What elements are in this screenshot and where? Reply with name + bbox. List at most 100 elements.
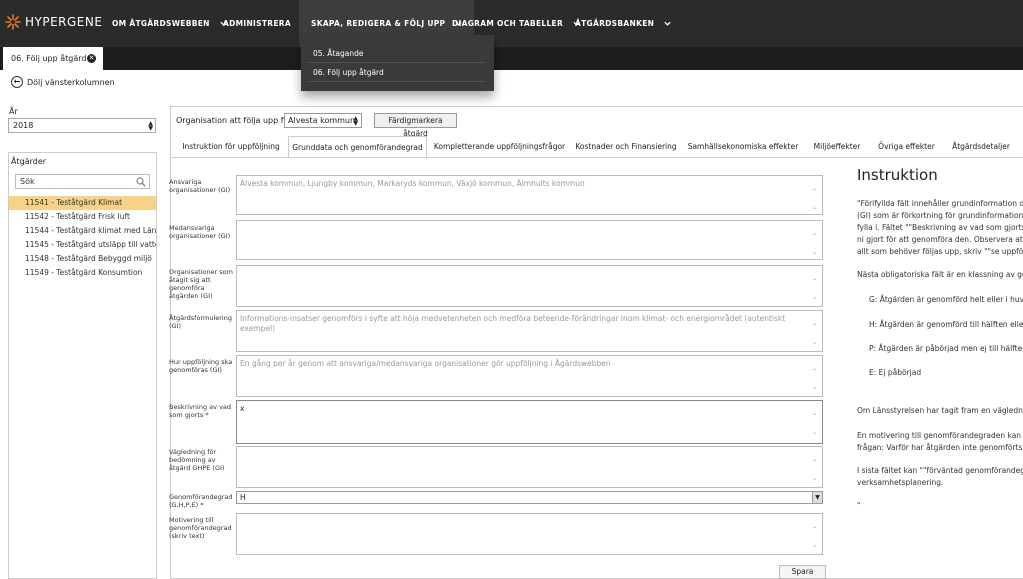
- instructions-title: Instruktion: [857, 166, 938, 184]
- close-icon[interactable]: ✕: [87, 54, 96, 63]
- instruction-line: ": [857, 501, 861, 510]
- scroll-arrows-icon: ⌃ ⌄: [812, 233, 818, 256]
- logo-icon: [5, 14, 21, 30]
- field-value: En gång per år genom att ansvariga/medan…: [240, 359, 611, 368]
- field-label: Hur uppföljning ska genomföras (GI): [169, 358, 233, 374]
- field-value: Alvesta kommun, Ljungby kommun, Markaryd…: [240, 179, 585, 188]
- instruction-line: verksamhetsplanering.: [857, 478, 944, 487]
- chevron-down-icon: ▼: [812, 492, 822, 503]
- instruction-line: (GI) som är förkortning för grundinforma…: [857, 211, 1023, 220]
- scroll-arrows-icon: ⌃ ⌄: [812, 459, 818, 482]
- tab-label: 06. Följ upp åtgärd: [11, 54, 87, 63]
- field-label: Medansvariga organisationer (GI): [169, 224, 231, 240]
- tab-folj-upp-atgard[interactable]: 06. Följ upp åtgärd ✕: [3, 47, 103, 70]
- spinner-arrows-icon: ▲ ▼: [148, 120, 153, 132]
- instruction-line: E: Ej påbörjad: [869, 368, 922, 377]
- tab-atgardsdetaljer[interactable]: Åtgärdsdetaljer: [946, 136, 1016, 158]
- tab-ovriga-effekter[interactable]: Övriga effekter: [873, 136, 940, 158]
- search-input[interactable]: Sök: [15, 174, 150, 189]
- tab-instruktion[interactable]: Instruktion för uppföljning: [176, 136, 286, 158]
- instruction-line: frågan: Varför har åtgärden inte genomfö…: [857, 443, 1023, 452]
- instruction-line: fylla i. Fältet ""Beskrivning av vad som…: [857, 223, 1023, 232]
- nav-label: ADMINISTRERA: [223, 19, 291, 28]
- list-item[interactable]: 11544 - Teståtgärd klimat med Länsstyrel…: [9, 224, 156, 238]
- scroll-arrows-icon: ⌃ ⌄: [812, 278, 818, 301]
- list-item[interactable]: 11541 - Teståtgärd Klimat: [9, 196, 156, 210]
- tab-kompletterande[interactable]: Kompletterande uppföljningsfrågor: [431, 136, 568, 158]
- hide-left-column-link[interactable]: ← Dölj vänsterkolumnen: [11, 76, 115, 88]
- instruction-line: I sista fältet kan ""förväntad genomföra…: [857, 466, 1023, 475]
- chevron-down-icon: [664, 21, 671, 26]
- tab-grunddata[interactable]: Grunddata och genomförandegrad: [288, 136, 427, 158]
- responsible-orgs-field[interactable]: Alvesta kommun, Ljungby kommun, Markaryd…: [236, 175, 823, 215]
- nav-dropdown-menu: 05. Åtagande 06. Följ upp åtgärd: [301, 35, 494, 91]
- select-value: H: [240, 493, 246, 502]
- year-select[interactable]: 2018 ▲ ▼: [8, 118, 156, 133]
- tab-samhallsekonomiska[interactable]: Samhällsekonomiska effekter: [686, 136, 800, 158]
- tab-miljoeffekter[interactable]: Miljöeffekter: [808, 136, 866, 158]
- instruction-line: "Förifyllda fält innehåller grundinforma…: [857, 199, 1023, 208]
- instruction-line: En motivering till genomförandegraden ka…: [857, 431, 1023, 440]
- scroll-arrows-icon: ⌃ ⌄: [812, 526, 818, 549]
- field-label: Beskrivning av vad som gjorts *: [169, 403, 232, 419]
- save-button[interactable]: Spara: [779, 565, 826, 579]
- menu-item-folj-upp-atgard[interactable]: 06. Följ upp åtgärd: [313, 68, 384, 77]
- org-select[interactable]: Alvesta kommun ▲ ▼: [284, 113, 362, 128]
- motivation-field[interactable]: ⌃ ⌄: [236, 513, 823, 555]
- org-label: Organisation att följa upp för:: [176, 116, 295, 125]
- hide-column-label: Dölj vänsterkolumnen: [27, 77, 115, 87]
- tab-divider: [171, 157, 1023, 158]
- implementation-grade-select[interactable]: H ▼: [236, 491, 823, 504]
- list-item[interactable]: 11542 - Teståtgärd Frisk luft: [9, 210, 156, 224]
- logo[interactable]: HYPERGENE: [5, 14, 102, 30]
- instruction-line: G: Åtgärden är genomförd helt eller i hu…: [869, 295, 1023, 304]
- nav-label: ÅTGÄRDSBANKEN: [575, 19, 655, 28]
- menu-divider: [309, 62, 485, 63]
- year-label: År: [9, 107, 18, 116]
- org-value: Alvesta kommun: [288, 116, 356, 125]
- nav-label: SKAPA, REDIGERA & FÖLJ UPP: [311, 19, 446, 28]
- arrow-left-icon: ←: [11, 76, 23, 88]
- menu-item-atagande[interactable]: 05. Åtagande: [313, 49, 363, 58]
- co-responsible-orgs-field[interactable]: ⌃ ⌄: [236, 220, 823, 260]
- list-item[interactable]: 11545 - Teståtgärd utsläpp till vatten: [9, 238, 156, 252]
- nav-label: OM ÅTGÄRDSWEBBEN: [112, 19, 210, 28]
- committed-orgs-field[interactable]: ⌃ ⌄: [236, 265, 823, 307]
- year-value: 2018: [13, 121, 34, 130]
- menu-divider: [309, 81, 485, 82]
- scroll-arrows-icon: ⌃ ⌄: [812, 188, 818, 211]
- open-tabs-bar: 06. Följ upp åtgärd ✕: [0, 47, 1023, 70]
- scroll-arrows-icon: ⌃ ⌄: [812, 368, 818, 391]
- field-label: Organisationer som åtagit sig att genomf…: [169, 268, 233, 300]
- field-value: x: [240, 404, 245, 413]
- nav-atgardsbanken[interactable]: ÅTGÄRDSBANKEN: [563, 0, 683, 47]
- finish-action-button[interactable]: Färdigmarkera åtgärd: [374, 113, 457, 138]
- field-label: Ansvariga organisationer (GI): [169, 178, 231, 194]
- nav-label: DIAGRAM OCH TABELLER: [452, 19, 564, 28]
- field-label: Genomförandegrad (G,H,P,E) *: [169, 493, 233, 509]
- list-item[interactable]: 11548 - Teståtgärd Bebyggd miljö: [9, 252, 156, 266]
- instruction-line: H: Åtgärden är genomförd till hälften el…: [869, 320, 1023, 329]
- scroll-arrows-icon: ⌃ ⌄: [812, 323, 818, 346]
- description-field[interactable]: x ⌃ ⌄: [236, 400, 823, 444]
- instruction-line: Nästa obligatoriska fält är en klassning…: [857, 270, 1023, 279]
- action-formulation-field[interactable]: Informations-insatser genomförs i syfte …: [236, 310, 823, 352]
- scroll-arrows-icon: ⌃ ⌄: [812, 413, 818, 436]
- instruction-line: Om Länsstyrelsen har tagit fram en vägle…: [857, 406, 1023, 415]
- instruction-line: allt som behöver följas upp, skriv ""se …: [857, 247, 1023, 256]
- search-icon: [136, 177, 146, 187]
- instruction-line: P: Åtgärden är påbörjad men ej till hälf…: [869, 344, 1023, 353]
- field-label: Åtgärdsformulering (GI): [169, 314, 232, 330]
- field-label: Vägledning för bedömning av åtgärd GHPE …: [169, 448, 225, 472]
- tab-kostnader[interactable]: Kostnader och Finansiering: [572, 136, 680, 158]
- instruction-line: ni gjort för att genomföra den. Observer…: [857, 235, 1023, 244]
- follow-up-method-field[interactable]: En gång per år genom att ansvariga/medan…: [236, 355, 823, 397]
- field-label: Motivering till genomförandegrad (skriv …: [169, 516, 232, 540]
- top-nav: HYPERGENE OM ÅTGÄRDSWEBBEN ADMINISTRERA …: [0, 0, 1023, 47]
- list-item[interactable]: 11549 - Teståtgärd Konsumtion: [9, 266, 156, 280]
- field-value: Informations-insatser genomförs i syfte …: [240, 314, 786, 333]
- logo-text: HYPERGENE: [25, 15, 103, 29]
- guidance-field[interactable]: ⌃ ⌄: [236, 446, 823, 488]
- search-placeholder: Sök: [20, 177, 35, 186]
- actions-label: Åtgärder: [11, 157, 47, 166]
